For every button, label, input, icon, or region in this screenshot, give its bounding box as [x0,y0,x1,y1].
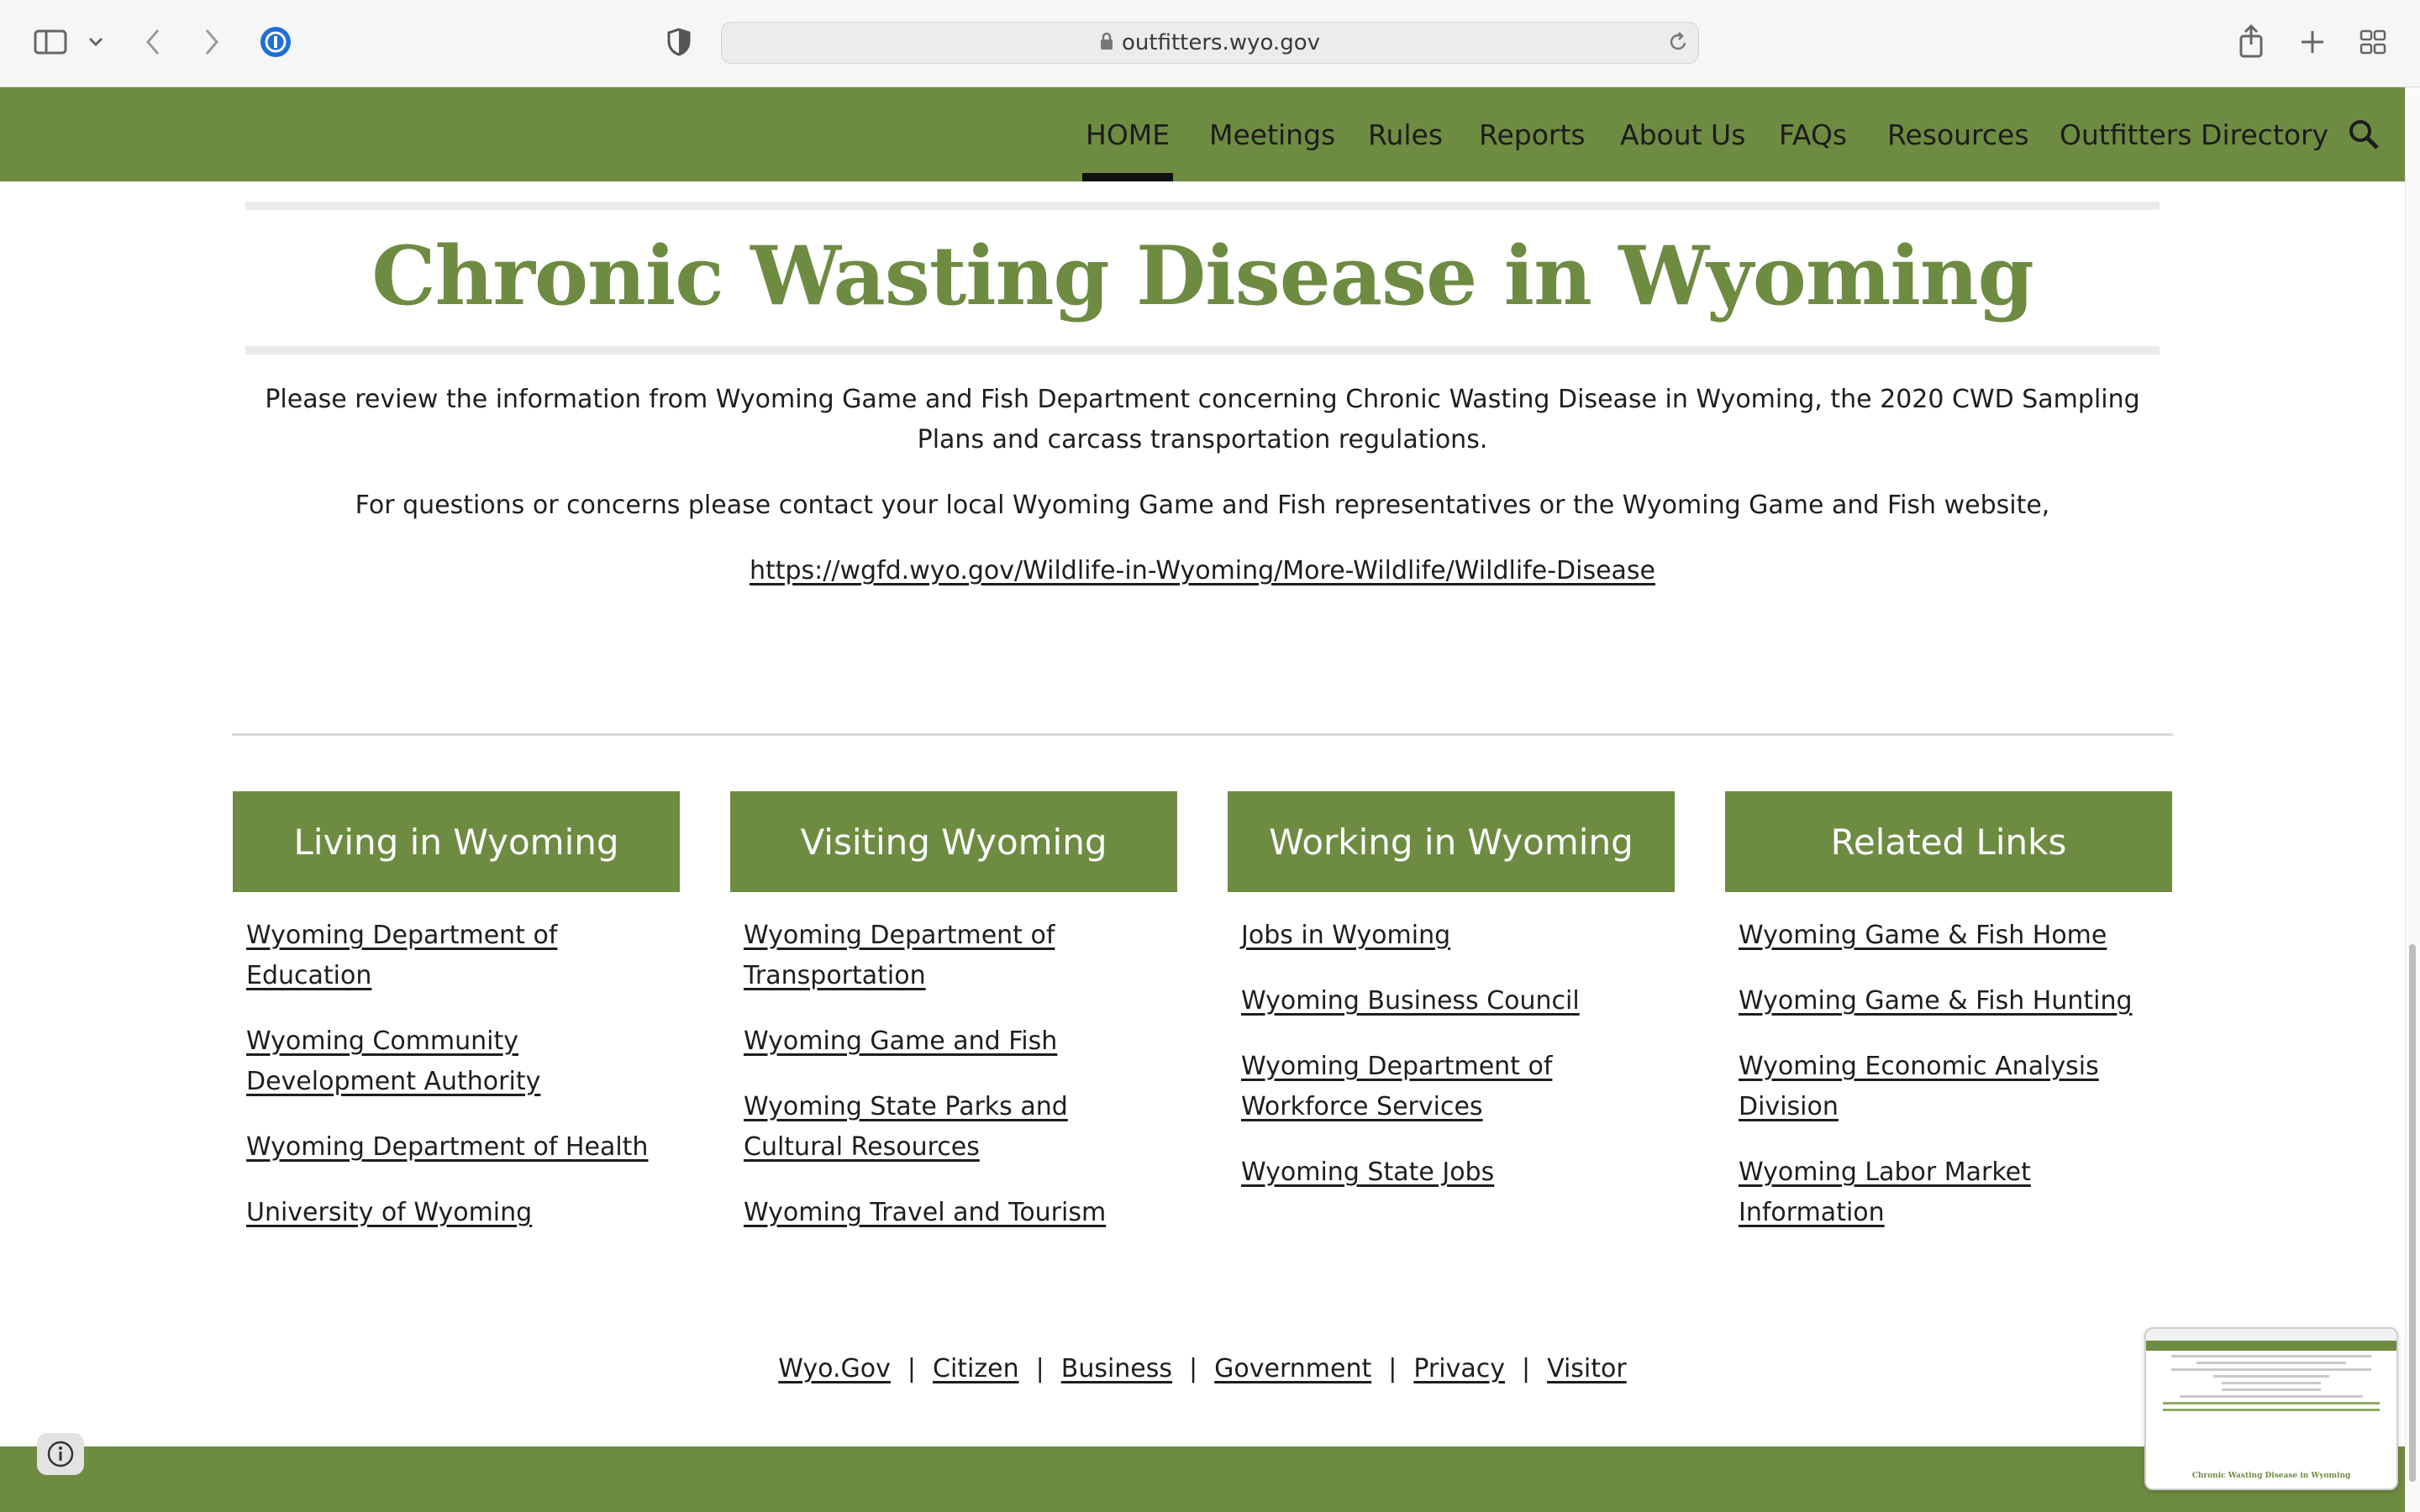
nav-reports[interactable]: Reports [1479,87,1586,181]
bottom-link-visitor[interactable]: Visitor [1547,1354,1627,1383]
wgfd-link-row: https://wgfd.wyo.gov/Wildlife-in-Wyoming… [252,551,2153,591]
sidebar-icon[interactable] [32,25,69,59]
intro-paragraph: Please review the information from Wyomi… [265,385,2140,454]
footer-col-visiting: Visiting Wyoming Wyoming Department of T… [730,791,1177,1258]
bottom-link-business[interactable]: Business [1061,1354,1172,1383]
search-icon[interactable] [2348,87,2380,181]
nav-outfitters-directory[interactable]: Outfitters Directory [2060,87,2328,181]
section-divider [232,733,2173,736]
title-rule-bottom [245,346,2160,354]
share-icon[interactable] [2235,22,2267,60]
url-text: outfitters.wyo.gov [1121,30,1320,55]
green-footer-bar [0,1446,2405,1512]
bottom-link-wyogov[interactable]: Wyo.Gov [778,1354,891,1383]
footer-col-working: Working in Wyoming Jobs in Wyoming Wyomi… [1228,791,1675,1218]
nav-home[interactable]: HOME [1081,87,1174,181]
footer-link[interactable]: Wyoming Department of Health [246,1132,648,1162]
nav-meetings[interactable]: Meetings [1209,87,1335,181]
forward-icon[interactable] [197,25,227,59]
col-header-related: Related Links [1725,791,2172,892]
link-separator: | [1035,1354,1044,1383]
address-bar[interactable]: outfitters.wyo.gov [721,22,1699,64]
footer-link[interactable]: Wyoming State Jobs [1241,1158,1494,1187]
reload-icon[interactable] [1665,29,1691,55]
page-thumbnail-preview[interactable]: Chronic Wasting Disease in Wyoming [2144,1327,2398,1490]
site-nav: HOME Meetings Rules Reports About Us FAQ… [0,87,2405,181]
bottom-links: Wyo.Gov | Citizen | Business | Government | Priv… [0,1354,2405,1383]
title-rule-top [245,202,2160,210]
footer-col-living: Living in Wyoming Wyoming Department of … [233,791,680,1258]
lock-icon [1100,32,1113,54]
footer-link[interactable]: Wyoming Travel and Tourism [744,1198,1106,1227]
bottom-link-citizen[interactable]: Citizen [933,1354,1019,1383]
wgfd-disease-link[interactable]: https://wgfd.wyo.gov/Wildlife-in-Wyoming… [750,556,1655,585]
col-header-living: Living in Wyoming [233,791,680,892]
nav-about-us[interactable]: About Us [1620,87,1745,181]
link-separator: | [1521,1354,1531,1383]
info-icon[interactable] [37,1433,84,1475]
nav-resources[interactable]: Resources [1887,87,2029,181]
bottom-link-privacy[interactable]: Privacy [1413,1354,1505,1383]
browser-toolbar: outfitters.wyo.gov [0,0,2420,87]
shield-icon[interactable] [664,27,694,57]
link-separator: | [1189,1354,1198,1383]
thumbnail-title: Chronic Wasting Disease in Wyoming [2191,1472,2351,1480]
footer-link[interactable]: Wyoming Labor Market Information [1739,1158,2031,1227]
password-manager-icon[interactable] [259,25,292,59]
footer-link[interactable]: Wyoming Department of Education [246,921,557,990]
footer-link[interactable]: Jobs in Wyoming [1241,921,1450,950]
footer-link[interactable]: Wyoming Game and Fish [744,1026,1057,1056]
contact-paragraph: For questions or concerns please contact… [355,491,2050,520]
page-title: Chronic Wasting Disease in Wyoming [371,228,2034,323]
col-header-visiting: Visiting Wyoming [730,791,1177,892]
footer-link[interactable]: University of Wyoming [246,1198,532,1227]
nav-rules[interactable]: Rules [1368,87,1443,181]
new-tab-icon[interactable] [2297,27,2328,57]
link-separator: | [907,1354,917,1383]
scrollbar-thumb[interactable] [2409,944,2416,1482]
back-icon[interactable] [138,25,168,59]
nav-faqs[interactable]: FAQs [1779,87,1847,181]
footer-link[interactable]: Wyoming Department of Transportation [744,921,1055,990]
footer-link[interactable]: Wyoming Business Council [1241,986,1580,1016]
page-scrollbar[interactable] [2405,87,2420,1512]
footer-col-related: Related Links Wyoming Game & Fish Home W… [1725,791,2172,1258]
footer-link[interactable]: Wyoming Game & Fish Home [1739,921,2107,950]
chevron-down-icon[interactable] [84,30,108,54]
footer-link[interactable]: Wyoming State Parks and Cultural Resourc… [744,1092,1068,1162]
footer-link[interactable]: Wyoming Department of Workforce Services [1241,1052,1552,1121]
bottom-link-government[interactable]: Government [1214,1354,1371,1383]
footer-link[interactable]: Wyoming Economic Analysis Division [1739,1052,2099,1121]
link-separator: | [1388,1354,1397,1383]
tab-overview-icon[interactable] [2358,27,2388,57]
col-header-working: Working in Wyoming [1228,791,1675,892]
footer-link[interactable]: Wyoming Game & Fish Hunting [1739,986,2133,1016]
footer-link[interactable]: Wyoming Community Development Authority [246,1026,540,1096]
